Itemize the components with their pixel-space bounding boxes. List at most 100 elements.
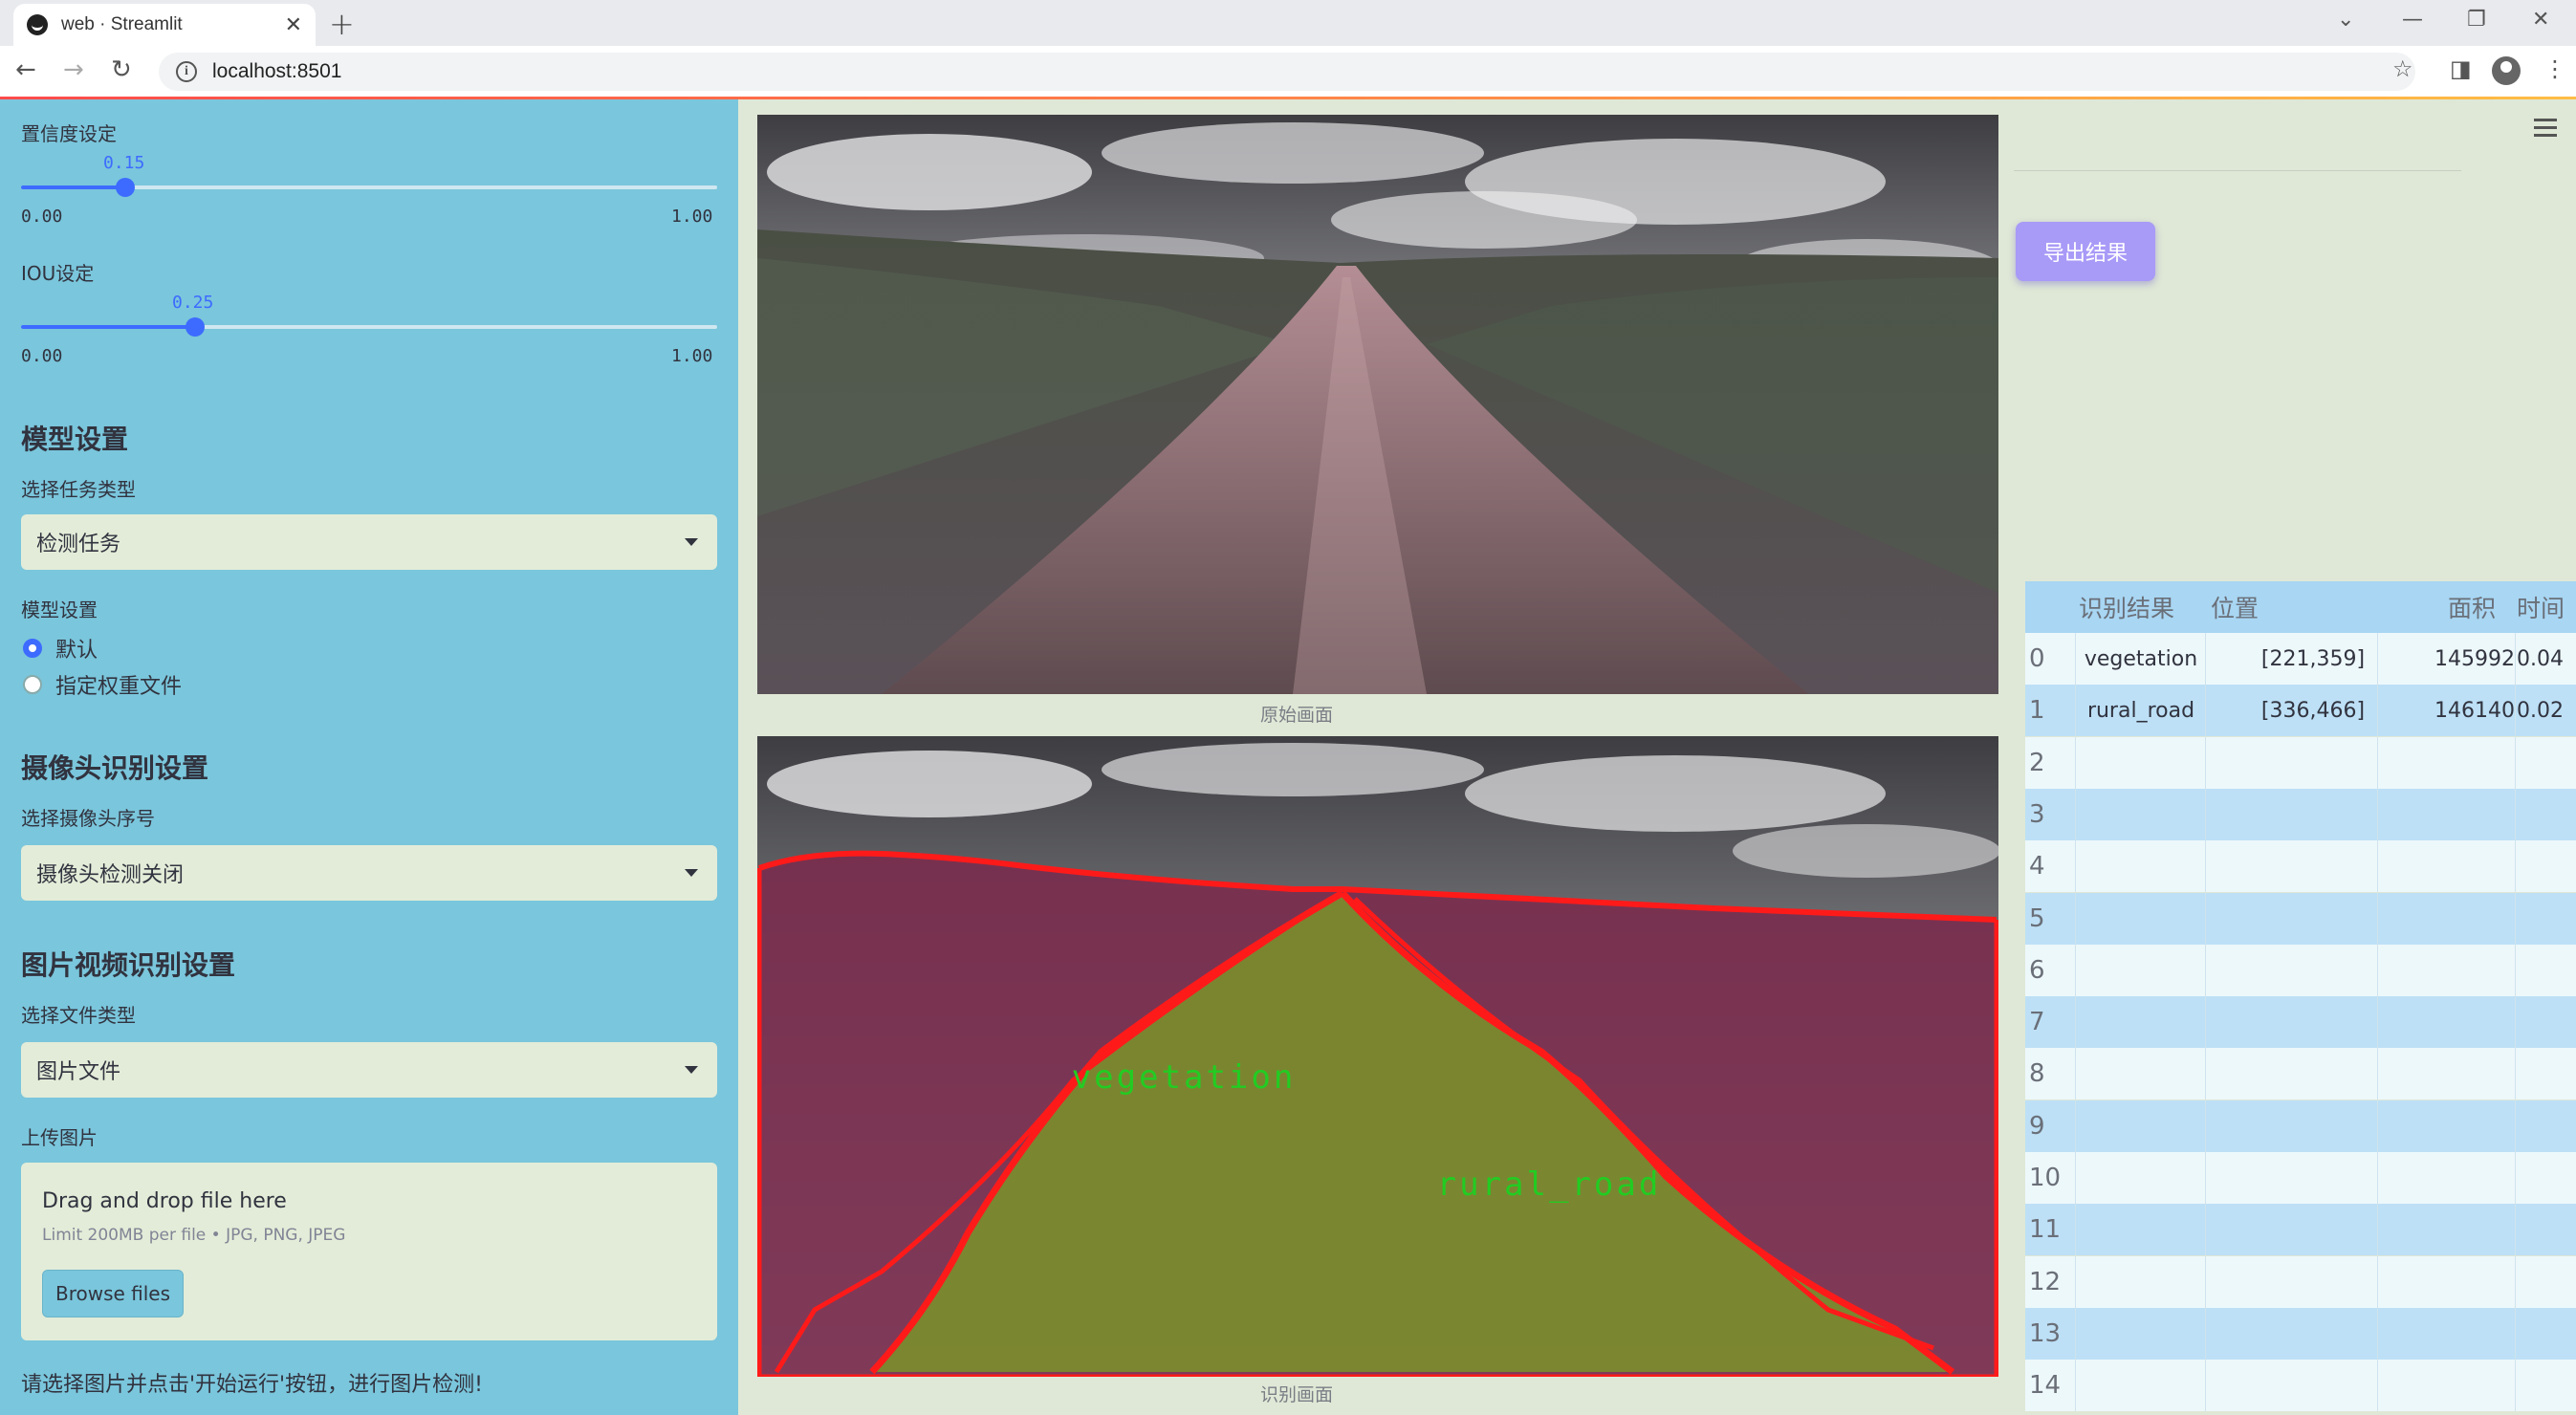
table-row[interactable]: 9 (2025, 1099, 2576, 1152)
column-separator (2205, 1307, 2206, 1360)
export-results-button[interactable]: 导出结果 (2016, 222, 2155, 281)
info-icon[interactable]: i (176, 61, 197, 82)
header-index (2025, 581, 2065, 633)
row-index: 2 (2029, 748, 2045, 777)
confidence-slider[interactable] (21, 178, 717, 197)
forward-icon[interactable]: → (63, 55, 84, 84)
radio-default-label: 默认 (55, 639, 98, 663)
column-separator (2377, 1048, 2378, 1100)
column-separator (2515, 996, 2516, 1049)
back-icon[interactable]: ← (15, 55, 36, 84)
cell-result (2079, 737, 2203, 789)
cell-result (2079, 1360, 2203, 1411)
file-type-select[interactable]: 图片文件 (21, 1042, 717, 1098)
column-separator (2205, 685, 2206, 737)
profile-icon[interactable] (2492, 56, 2521, 85)
hamburger-menu-icon[interactable] (2534, 119, 2557, 142)
cell-position (2211, 996, 2415, 1048)
iou-label: IOU设定 (21, 262, 95, 285)
window-close-icon[interactable]: ✕ (2532, 8, 2549, 32)
iou-slider-thumb[interactable] (186, 317, 205, 337)
model-settings-heading: 模型设置 (21, 424, 129, 455)
column-separator (2205, 1152, 2206, 1204)
table-row[interactable]: 13 (2025, 1307, 2576, 1360)
table-row[interactable]: 14 (2025, 1360, 2576, 1412)
cell-position (2211, 840, 2415, 892)
browse-files-button[interactable]: Browse files (42, 1270, 184, 1317)
camera-index-label: 选择摄像头序号 (21, 807, 155, 830)
column-separator (2377, 892, 2378, 945)
browser-tab[interactable]: web · Streamlit ✕ (13, 4, 316, 46)
header-result[interactable]: 识别结果 (2079, 581, 2174, 633)
file-uploader-dropzone[interactable]: Drag and drop file here Limit 200MB per … (21, 1163, 717, 1340)
table-row[interactable]: 8 (2025, 1048, 2576, 1100)
table-row[interactable]: 10 (2025, 1152, 2576, 1204)
cell-position (2211, 1152, 2415, 1204)
task-type-select[interactable]: 检测任务 (21, 514, 717, 570)
cell-position (2211, 945, 2415, 996)
url-field[interactable]: i localhost:8501 (159, 53, 2415, 91)
column-separator (2515, 1307, 2516, 1360)
radio-selected-icon[interactable] (23, 639, 42, 658)
cell-area (2419, 840, 2515, 892)
cell-area (2419, 945, 2515, 996)
column-separator (2377, 788, 2378, 840)
column-separator (2075, 685, 2076, 737)
task-type-label: 选择任务类型 (21, 478, 136, 501)
table-row[interactable]: 1 rural_road [336,466] 146140 0.02 (2025, 685, 2576, 737)
row-index: 0 (2029, 644, 2045, 673)
task-type-value: 检测任务 (36, 533, 121, 556)
column-separator (2205, 1204, 2206, 1256)
header-position[interactable]: 位置 (2211, 581, 2259, 633)
camera-settings-heading: 摄像头识别设置 (21, 752, 209, 784)
column-separator (2075, 736, 2076, 789)
cell-area: 145992 (2434, 646, 2515, 671)
header-time[interactable]: 时间 (2517, 581, 2565, 633)
chevron-down-icon[interactable]: ⌄ (2337, 8, 2354, 32)
table-row[interactable]: 6 (2025, 944, 2576, 996)
row-index: 3 (2029, 799, 2045, 829)
cell-result (2079, 945, 2203, 996)
table-row[interactable]: 4 (2025, 840, 2576, 893)
confidence-slider-thumb[interactable] (116, 178, 136, 197)
minimize-icon[interactable]: — (2402, 8, 2423, 32)
table-row[interactable]: 0 vegetation [221,359] 145992 0.04 (2025, 633, 2576, 685)
column-separator (2075, 1360, 2076, 1412)
kebab-menu-icon[interactable]: ⋮ (2543, 55, 2566, 82)
cell-result (2079, 1152, 2203, 1204)
restore-icon[interactable]: ❐ (2467, 8, 2486, 32)
table-row[interactable]: 12 (2025, 1255, 2576, 1308)
reload-icon[interactable]: ↻ (111, 55, 132, 84)
table-row[interactable]: 2 (2025, 736, 2576, 789)
column-separator (2515, 736, 2516, 789)
star-icon[interactable]: ☆ (2392, 55, 2413, 82)
column-separator (2515, 892, 2516, 945)
iou-value: 0.25 (172, 293, 214, 313)
confidence-label: 置信度设定 (21, 122, 117, 145)
header-area[interactable]: 面积 (2448, 581, 2496, 633)
radio-unselected-icon[interactable] (23, 675, 42, 694)
column-separator (2205, 633, 2206, 685)
plus-icon[interactable]: + (329, 6, 355, 42)
iou-slider[interactable] (21, 317, 717, 337)
table-row[interactable]: 7 (2025, 996, 2576, 1049)
iou-min: 0.00 (21, 346, 63, 366)
column-separator (2377, 996, 2378, 1049)
camera-index-value: 摄像头检测关闭 (36, 863, 185, 887)
table-row[interactable]: 3 (2025, 788, 2576, 840)
column-separator (2205, 944, 2206, 996)
table-header-row: 识别结果 位置 面积 时间 (2025, 581, 2576, 633)
table-row[interactable]: 5 (2025, 892, 2576, 945)
radio-custom-weights[interactable]: 指定权重文件 (23, 669, 182, 700)
sidepanel-icon[interactable]: ◨ (2450, 55, 2472, 82)
table-row[interactable]: 11 (2025, 1204, 2576, 1256)
cell-position (2211, 1204, 2415, 1255)
column-separator (2377, 944, 2378, 996)
browser-tab-strip: web · Streamlit ✕ + ⌄ — ❐ ✕ (0, 0, 2576, 46)
cell-result (2079, 1048, 2203, 1099)
streamlit-logo-icon (27, 14, 48, 35)
cell-area (2419, 996, 2515, 1048)
radio-default-weights[interactable]: 默认 (23, 633, 98, 664)
camera-index-select[interactable]: 摄像头检测关闭 (21, 845, 717, 901)
close-icon[interactable]: ✕ (285, 13, 302, 37)
